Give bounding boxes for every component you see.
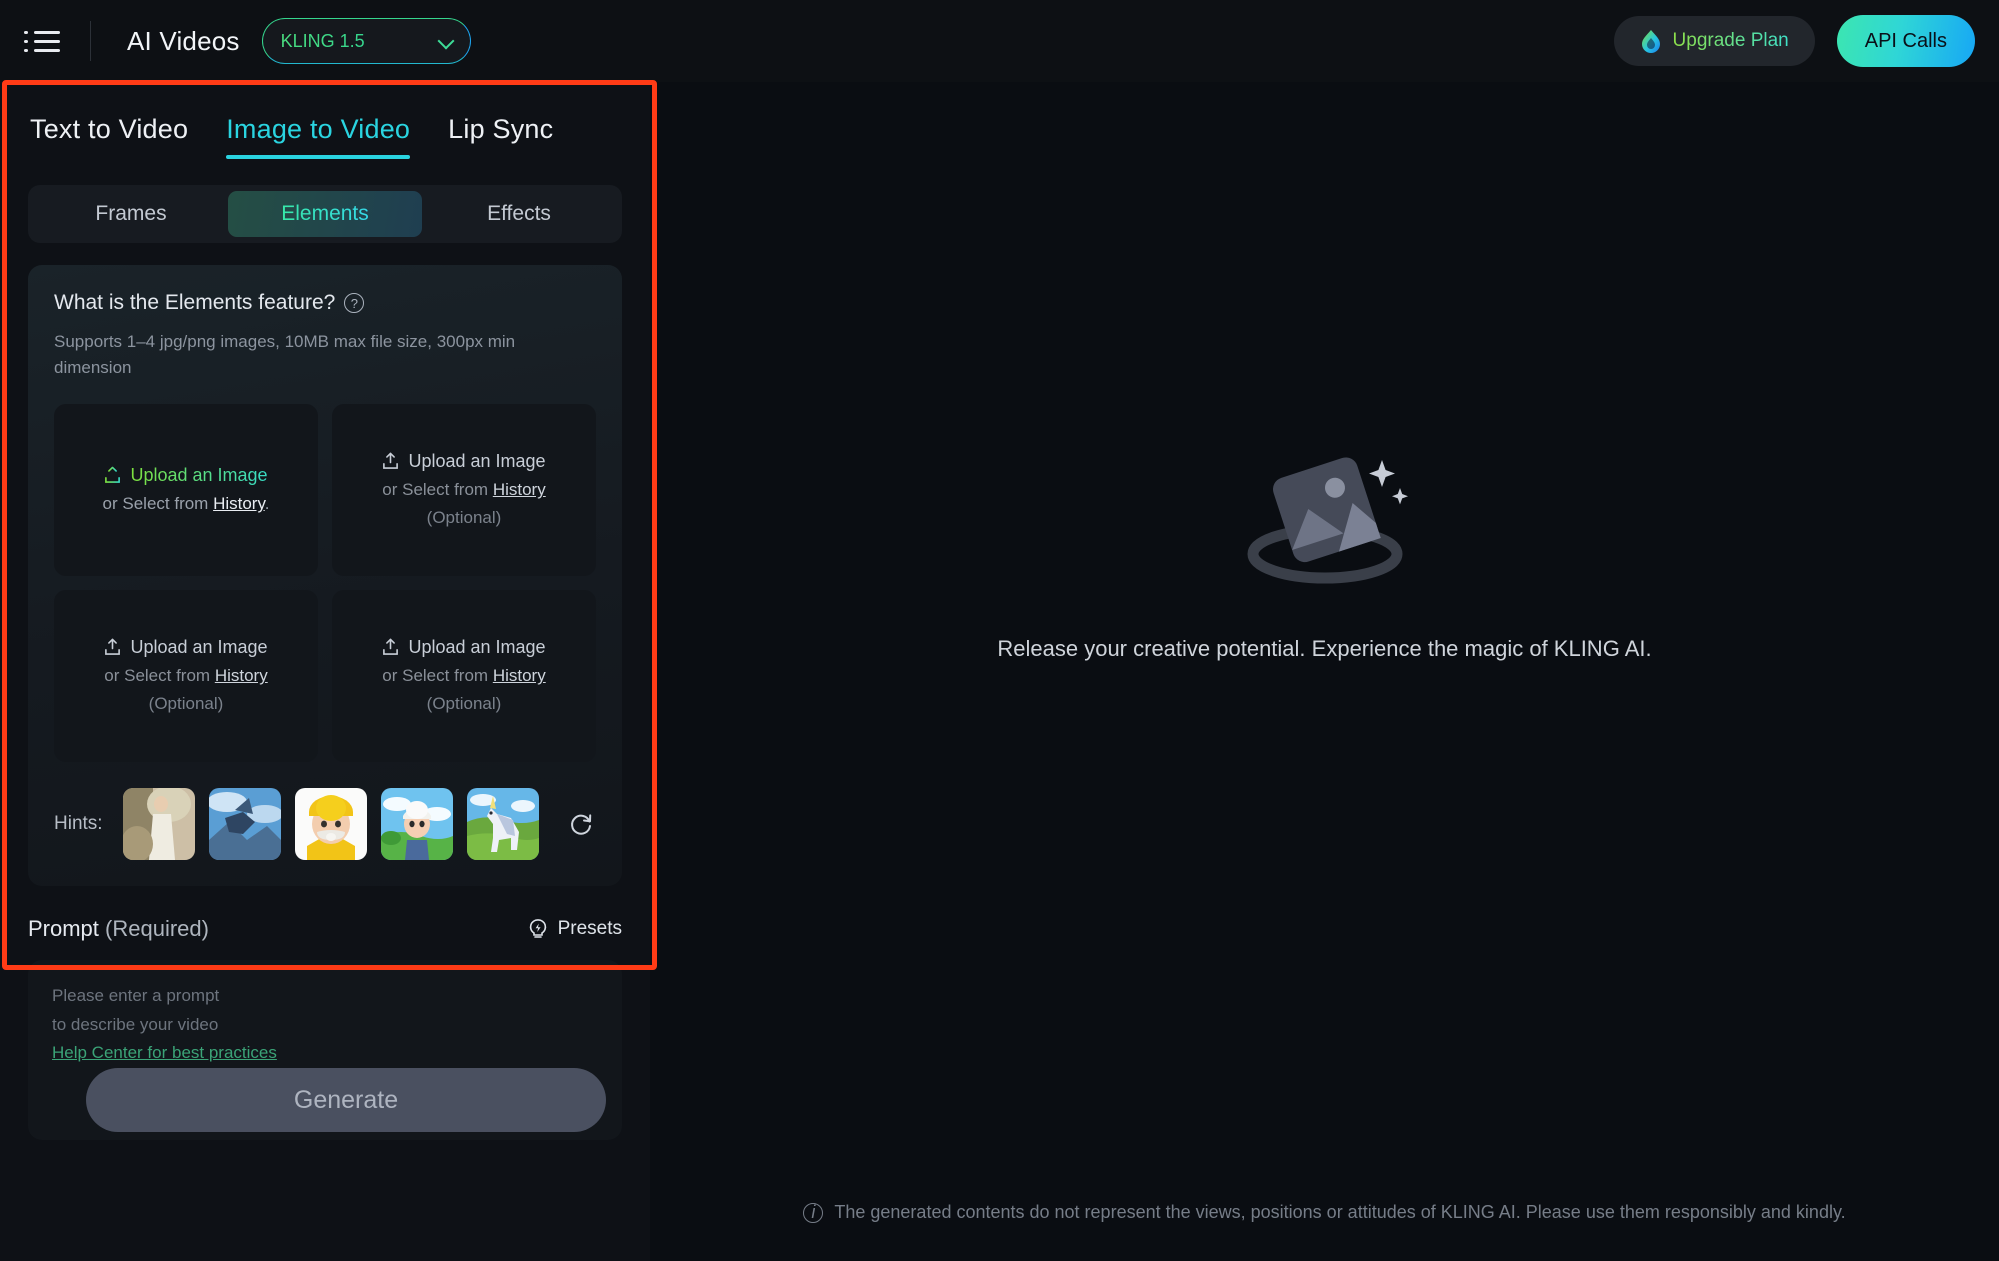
upload-slot-2[interactable]: Upload an Image or Select from History (…: [332, 403, 596, 576]
upload-slot-1[interactable]: Upload an Image or Select from History.: [54, 403, 318, 576]
info-circle-icon: i: [803, 1202, 824, 1223]
presets-label: Presets: [557, 917, 622, 939]
upload-icon: [105, 638, 121, 656]
prompt-required-tag: (Required): [105, 915, 209, 941]
empty-state-text: Release your creative potential. Experie…: [997, 636, 1652, 661]
upload-slot-4-optional: (Optional): [426, 694, 502, 714]
upload-slot-2-optional: (Optional): [426, 508, 502, 528]
lightbulb-bolt-icon: [529, 918, 546, 938]
hint-thumbnail-unicorn-field[interactable]: [466, 787, 539, 860]
upload-slot-grid: Upload an Image or Select from History. …: [54, 403, 596, 762]
upload-slot-3-secondary[interactable]: or Select from History: [104, 666, 267, 686]
disclaimer-text: The generated contents do not represent …: [834, 1202, 1846, 1222]
header-divider: [90, 21, 91, 61]
prompt-placeholder-line2: to describe your video: [52, 1014, 219, 1034]
history-link-3[interactable]: History: [215, 666, 268, 685]
upload-icon: [383, 452, 399, 470]
hint-thumbnail-woman-in-white-dress[interactable]: [122, 787, 195, 860]
segment-frames-label: Frames: [95, 202, 167, 225]
prompt-header-row: Prompt (Required) Presets: [28, 916, 622, 942]
tab-image-to-video[interactable]: Image to Video: [226, 114, 411, 159]
upload-slot-4[interactable]: Upload an Image or Select from History (…: [332, 589, 596, 762]
top-bar: AI Videos KLING 1.5 Upgrade Plan API Cal…: [0, 0, 1999, 82]
prompt-placeholder: Please enter a prompt to describe your v…: [52, 982, 598, 1069]
prompt-placeholder-line1: Please enter a prompt: [52, 985, 220, 1005]
upload-slot-2-label: Upload an Image: [408, 451, 546, 472]
upload-slot-2-secondary[interactable]: or Select from History: [382, 480, 545, 500]
upload-slot-1-prefix: or Select from: [102, 494, 214, 514]
disclaimer-footer: i The generated contents do not represen…: [650, 1202, 1999, 1223]
upload-slot-3-optional: (Optional): [148, 694, 224, 714]
upload-slot-3[interactable]: Upload an Image or Select from History (…: [54, 589, 318, 762]
upload-slot-4-prefix: or Select from: [382, 666, 493, 686]
tab-text-to-video[interactable]: Text to Video: [30, 114, 188, 159]
segment-elements-label: Elements: [281, 202, 369, 225]
app-root: AI Videos KLING 1.5 Upgrade Plan API Cal…: [0, 0, 1999, 1261]
upload-slot-1-label: Upload an Image: [130, 465, 268, 486]
main-tab-bar: Text to Video Image to Video Lip Sync: [0, 82, 650, 159]
upload-slot-3-action: Upload an Image: [104, 637, 268, 658]
prompt-label-text: Prompt: [28, 915, 99, 941]
history-link-2[interactable]: History: [493, 480, 546, 499]
refresh-icon[interactable]: [567, 807, 596, 841]
page-title: AI Videos: [127, 25, 240, 56]
upload-slot-3-prefix: or Select from: [104, 666, 215, 686]
elements-card: What is the Elements feature? ? Supports…: [28, 265, 622, 886]
prompt-label: Prompt (Required): [28, 916, 209, 942]
mode-segmented-control: Frames Elements Effects: [28, 185, 622, 243]
upload-slot-2-prefix: or Select from: [382, 480, 493, 500]
model-select[interactable]: KLING 1.5: [261, 18, 471, 64]
hint-thumbnail-old-man-yellow-hat[interactable]: [294, 787, 367, 860]
upload-icon: [105, 466, 121, 484]
upload-slot-4-secondary[interactable]: or Select from History: [382, 666, 545, 686]
tab-lip-sync[interactable]: Lip Sync: [448, 114, 553, 159]
api-calls-button[interactable]: API Calls: [1836, 15, 1975, 67]
segment-frames[interactable]: Frames: [34, 191, 228, 237]
upload-icon: [383, 638, 399, 656]
flame-droplet-icon: [1641, 30, 1660, 53]
history-link-1[interactable]: History: [213, 494, 265, 513]
segment-elements[interactable]: Elements: [228, 191, 422, 237]
preview-stage: Release your creative potential. Experie…: [650, 82, 1999, 1261]
hints-row: Hints:: [54, 787, 596, 860]
api-calls-label: API Calls: [1864, 29, 1947, 52]
image-placeholder-icon: [1247, 457, 1408, 584]
upload-slot-2-action: Upload an Image: [382, 451, 546, 472]
upload-slot-4-action: Upload an Image: [382, 637, 546, 658]
hint-thumbnail-flying-pegasus[interactable]: [208, 787, 281, 860]
elements-feature-title: What is the Elements feature?: [54, 291, 336, 314]
presets-button[interactable]: Presets: [527, 918, 622, 940]
upload-slot-3-label: Upload an Image: [130, 637, 268, 658]
upload-slot-1-secondary[interactable]: or Select from History.: [103, 494, 270, 514]
history-link-4[interactable]: History: [493, 666, 546, 685]
upload-slot-4-label: Upload an Image: [408, 637, 546, 658]
model-select-value: KLING 1.5: [280, 30, 365, 51]
upload-slot-1-suffix: .: [264, 494, 270, 514]
upload-slot-1-action: Upload an Image: [104, 465, 268, 486]
elements-card-header: What is the Elements feature? ?: [54, 291, 596, 315]
generate-button[interactable]: Generate: [86, 1068, 606, 1132]
elements-feature-description: Supports 1–4 jpg/png images, 10MB max fi…: [54, 332, 516, 378]
help-center-link[interactable]: Help Center for best practices: [52, 1043, 277, 1062]
upgrade-plan-button[interactable]: Upgrade Plan: [1613, 16, 1815, 66]
upgrade-plan-label: Upgrade Plan: [1672, 30, 1789, 51]
generate-button-label: Generate: [293, 1085, 399, 1114]
hint-thumbnail-cartoon-boy-meadow[interactable]: [380, 787, 453, 860]
segment-effects[interactable]: Effects: [422, 191, 616, 237]
empty-state: Release your creative potential. Experie…: [650, 442, 1999, 662]
hamburger-menu-icon[interactable]: [24, 21, 64, 61]
hints-label: Hints:: [54, 812, 103, 834]
segment-effects-label: Effects: [487, 202, 551, 225]
chevron-down-icon: [438, 33, 454, 49]
question-mark-circle-icon[interactable]: ?: [344, 293, 365, 313]
top-bar-actions: Upgrade Plan API Calls: [1613, 15, 1975, 67]
